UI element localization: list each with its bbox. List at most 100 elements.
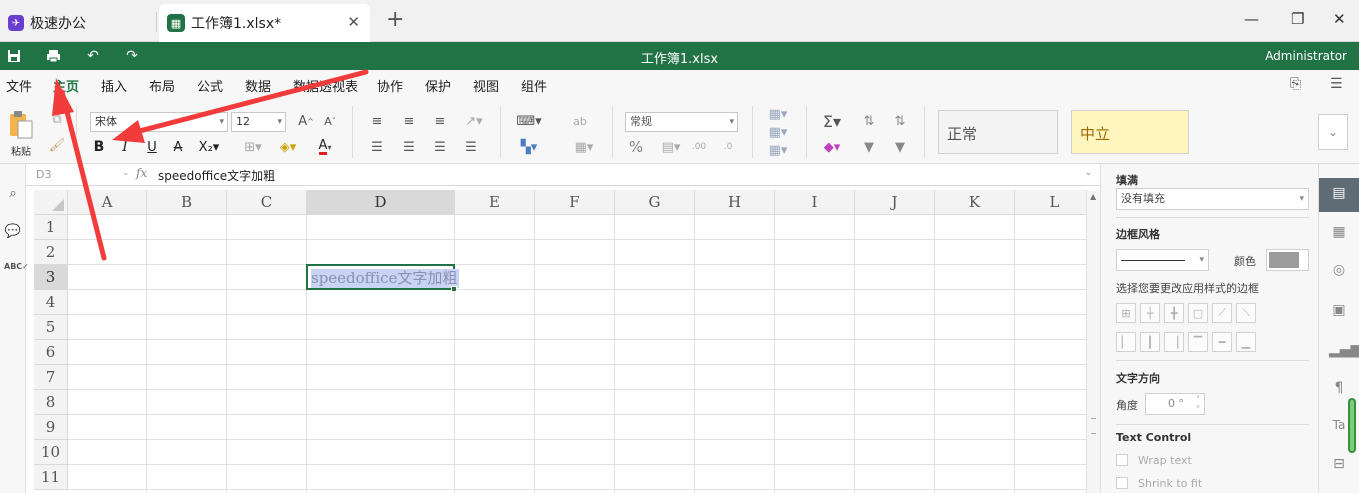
angle-input[interactable]: 0 ° ˄ ˅ bbox=[1145, 393, 1205, 415]
sort-ascending-icon[interactable]: ⇅ bbox=[859, 112, 879, 130]
expand-formula-icon[interactable]: ⌄ bbox=[1084, 168, 1092, 178]
hamburger-menu-icon[interactable]: ☰ bbox=[1330, 76, 1343, 92]
spellcheck-abc-icon[interactable]: ABC✓ bbox=[4, 262, 29, 280]
insert-cells-icon[interactable]: ▦▾ bbox=[764, 106, 792, 122]
increase-decimal-icon[interactable]: .0 bbox=[718, 138, 738, 156]
italic-icon[interactable]: I bbox=[116, 138, 134, 156]
column-header-a[interactable]: A bbox=[68, 190, 147, 215]
right-rail-scrollbar[interactable] bbox=[1348, 398, 1356, 453]
app-home-tab[interactable]: ✈ 极速办公 bbox=[0, 4, 150, 42]
shape-settings-icon[interactable]: ◎ bbox=[1329, 262, 1349, 282]
column-header-f[interactable]: F bbox=[535, 190, 615, 215]
column-header-c[interactable]: C bbox=[227, 190, 307, 215]
chart-settings-icon[interactable]: ▂▄▆ bbox=[1329, 342, 1359, 362]
row-header-1[interactable]: 1 bbox=[34, 215, 68, 240]
text-orientation-icon[interactable]: ↗▾ bbox=[460, 112, 488, 130]
decrease-decimal-icon[interactable]: .00 bbox=[689, 138, 709, 156]
vertical-scrollbar[interactable]: ▲ bbox=[1086, 190, 1100, 493]
border-line-select[interactable]: ▾ bbox=[1116, 249, 1209, 271]
menu-file[interactable]: 文件 bbox=[6, 76, 32, 95]
subscript-icon[interactable]: X₂▾ bbox=[196, 138, 222, 156]
chevron-down-icon[interactable]: ⌄ bbox=[1318, 114, 1348, 150]
select-all-corner[interactable] bbox=[34, 190, 68, 215]
wrap-text-checkbox[interactable] bbox=[1116, 454, 1128, 466]
border-bottom-icon[interactable]: ▁ bbox=[1236, 332, 1256, 352]
fill-color-icon[interactable]: ◈▾ bbox=[276, 138, 300, 156]
number-format-select[interactable]: 常规 ▾ bbox=[625, 112, 738, 132]
delete-cells-icon[interactable]: ▦▾ bbox=[764, 124, 792, 140]
style-normal[interactable]: 正常 bbox=[938, 110, 1058, 154]
row-header-4[interactable]: 4 bbox=[34, 290, 68, 315]
border-right-icon[interactable]: ▕ bbox=[1164, 332, 1184, 352]
menu-view[interactable]: 视图 bbox=[473, 76, 499, 95]
font-color-icon[interactable]: A ▾ bbox=[312, 138, 338, 156]
column-header-e[interactable]: E bbox=[455, 190, 535, 215]
stepper-icon[interactable]: ˄ ˅ bbox=[1196, 395, 1200, 415]
column-header-l[interactable]: L bbox=[1015, 190, 1086, 215]
format-cells-icon[interactable]: ▦▾ bbox=[764, 142, 792, 158]
name-box[interactable]: D3 bbox=[34, 166, 130, 184]
scroll-up-icon[interactable]: ▲ bbox=[1090, 192, 1096, 201]
paste-icon[interactable] bbox=[6, 110, 36, 140]
fx-icon[interactable]: fx bbox=[136, 166, 147, 180]
column-header-g[interactable]: G bbox=[615, 190, 695, 215]
menu-pivot-table[interactable]: 数据透视表 bbox=[293, 76, 358, 95]
new-tab-icon[interactable]: + bbox=[386, 9, 404, 31]
style-neutral[interactable]: 中立 bbox=[1071, 110, 1189, 154]
align-left-icon[interactable]: ☰ bbox=[368, 138, 386, 156]
borders-icon[interactable]: ⊞▾ bbox=[242, 138, 264, 156]
decrease-font-icon[interactable]: Aˇ bbox=[321, 112, 339, 130]
clear-icon[interactable]: ◆▾ bbox=[818, 138, 846, 156]
underline-icon[interactable]: U bbox=[143, 138, 161, 156]
menu-components[interactable]: 组件 bbox=[521, 76, 547, 95]
spell-check-icon[interactable]: ab bbox=[570, 112, 590, 130]
menu-collaborate[interactable]: 协作 bbox=[377, 76, 403, 95]
wrap-text-icon[interactable]: ⌨▾ bbox=[514, 112, 544, 130]
align-bottom-icon[interactable]: ≡ bbox=[431, 112, 449, 130]
active-cell[interactable]: speedoffice文字加粗 bbox=[306, 264, 460, 292]
font-size-select[interactable]: 12 ▾ bbox=[231, 112, 286, 132]
row-header-9[interactable]: 9 bbox=[34, 415, 68, 440]
bold-icon[interactable]: B bbox=[90, 138, 108, 156]
menu-home[interactable]: 主页 bbox=[53, 76, 80, 100]
font-name-select[interactable]: 宋体 ▾ bbox=[90, 112, 228, 132]
format-painter-icon[interactable]: 🖌 bbox=[48, 136, 66, 154]
border-outer-icon[interactable]: ▢ bbox=[1188, 303, 1208, 323]
column-header-i[interactable]: I bbox=[775, 190, 855, 215]
align-center-icon[interactable]: ☰ bbox=[400, 138, 418, 156]
close-window-icon[interactable]: ✕ bbox=[1333, 10, 1346, 28]
align-middle-icon[interactable]: ≡ bbox=[400, 112, 418, 130]
border-inner-icon[interactable]: ┼ bbox=[1140, 303, 1160, 323]
increase-font-icon[interactable]: A ^ bbox=[297, 112, 315, 130]
close-tab-icon[interactable]: ✕ bbox=[347, 13, 360, 31]
border-left-icon[interactable]: ▏ bbox=[1116, 332, 1136, 352]
open-location-icon[interactable]: ⎘ bbox=[1290, 76, 1301, 92]
text-art-icon[interactable]: Ta bbox=[1329, 418, 1349, 438]
fill-select[interactable]: 没有填充 ▾ bbox=[1116, 188, 1309, 210]
border-top-icon[interactable]: ▔ bbox=[1188, 332, 1208, 352]
comment-icon[interactable]: 💬 bbox=[4, 224, 22, 242]
spreadsheet-grid[interactable]: A B C D E F G H I J K L 1 2 3 4 5 6 7 8 9 10 11 speedoffice文字加粗 bbox=[34, 190, 1086, 493]
restore-icon[interactable]: ❐ bbox=[1291, 10, 1304, 28]
minimize-icon[interactable]: — bbox=[1244, 10, 1259, 28]
menu-data[interactable]: 数据 bbox=[245, 76, 271, 95]
border-inner-vertical-icon[interactable]: ┃ bbox=[1140, 332, 1160, 352]
row-header-8[interactable]: 8 bbox=[34, 390, 68, 415]
pivot-settings-icon[interactable]: ⊟ bbox=[1329, 456, 1349, 476]
merge-cells-icon[interactable]: ▚▾ bbox=[514, 138, 544, 156]
copy-icon[interactable]: ⧉ bbox=[48, 110, 66, 128]
column-header-b[interactable]: B bbox=[147, 190, 227, 215]
align-right-icon[interactable]: ☰ bbox=[431, 138, 449, 156]
border-diag-up-icon[interactable]: ⟋ bbox=[1212, 303, 1232, 323]
justify-icon[interactable]: ☰ bbox=[462, 138, 480, 156]
scroll-grip[interactable] bbox=[1091, 418, 1096, 434]
border-diag-down-icon[interactable]: ⟍ bbox=[1236, 303, 1256, 323]
table-settings-icon[interactable]: ▦ bbox=[1329, 224, 1349, 244]
column-header-h[interactable]: H bbox=[695, 190, 775, 215]
column-header-k[interactable]: K bbox=[935, 190, 1015, 215]
row-header-3[interactable]: 3 bbox=[34, 265, 68, 290]
paragraph-icon[interactable]: ¶ bbox=[1329, 380, 1349, 400]
file-tab[interactable]: ▦ 工作簿1.xlsx* ✕ bbox=[159, 4, 370, 42]
row-header-5[interactable]: 5 bbox=[34, 315, 68, 340]
clear-filter-icon[interactable]: ▼ bbox=[890, 138, 910, 156]
